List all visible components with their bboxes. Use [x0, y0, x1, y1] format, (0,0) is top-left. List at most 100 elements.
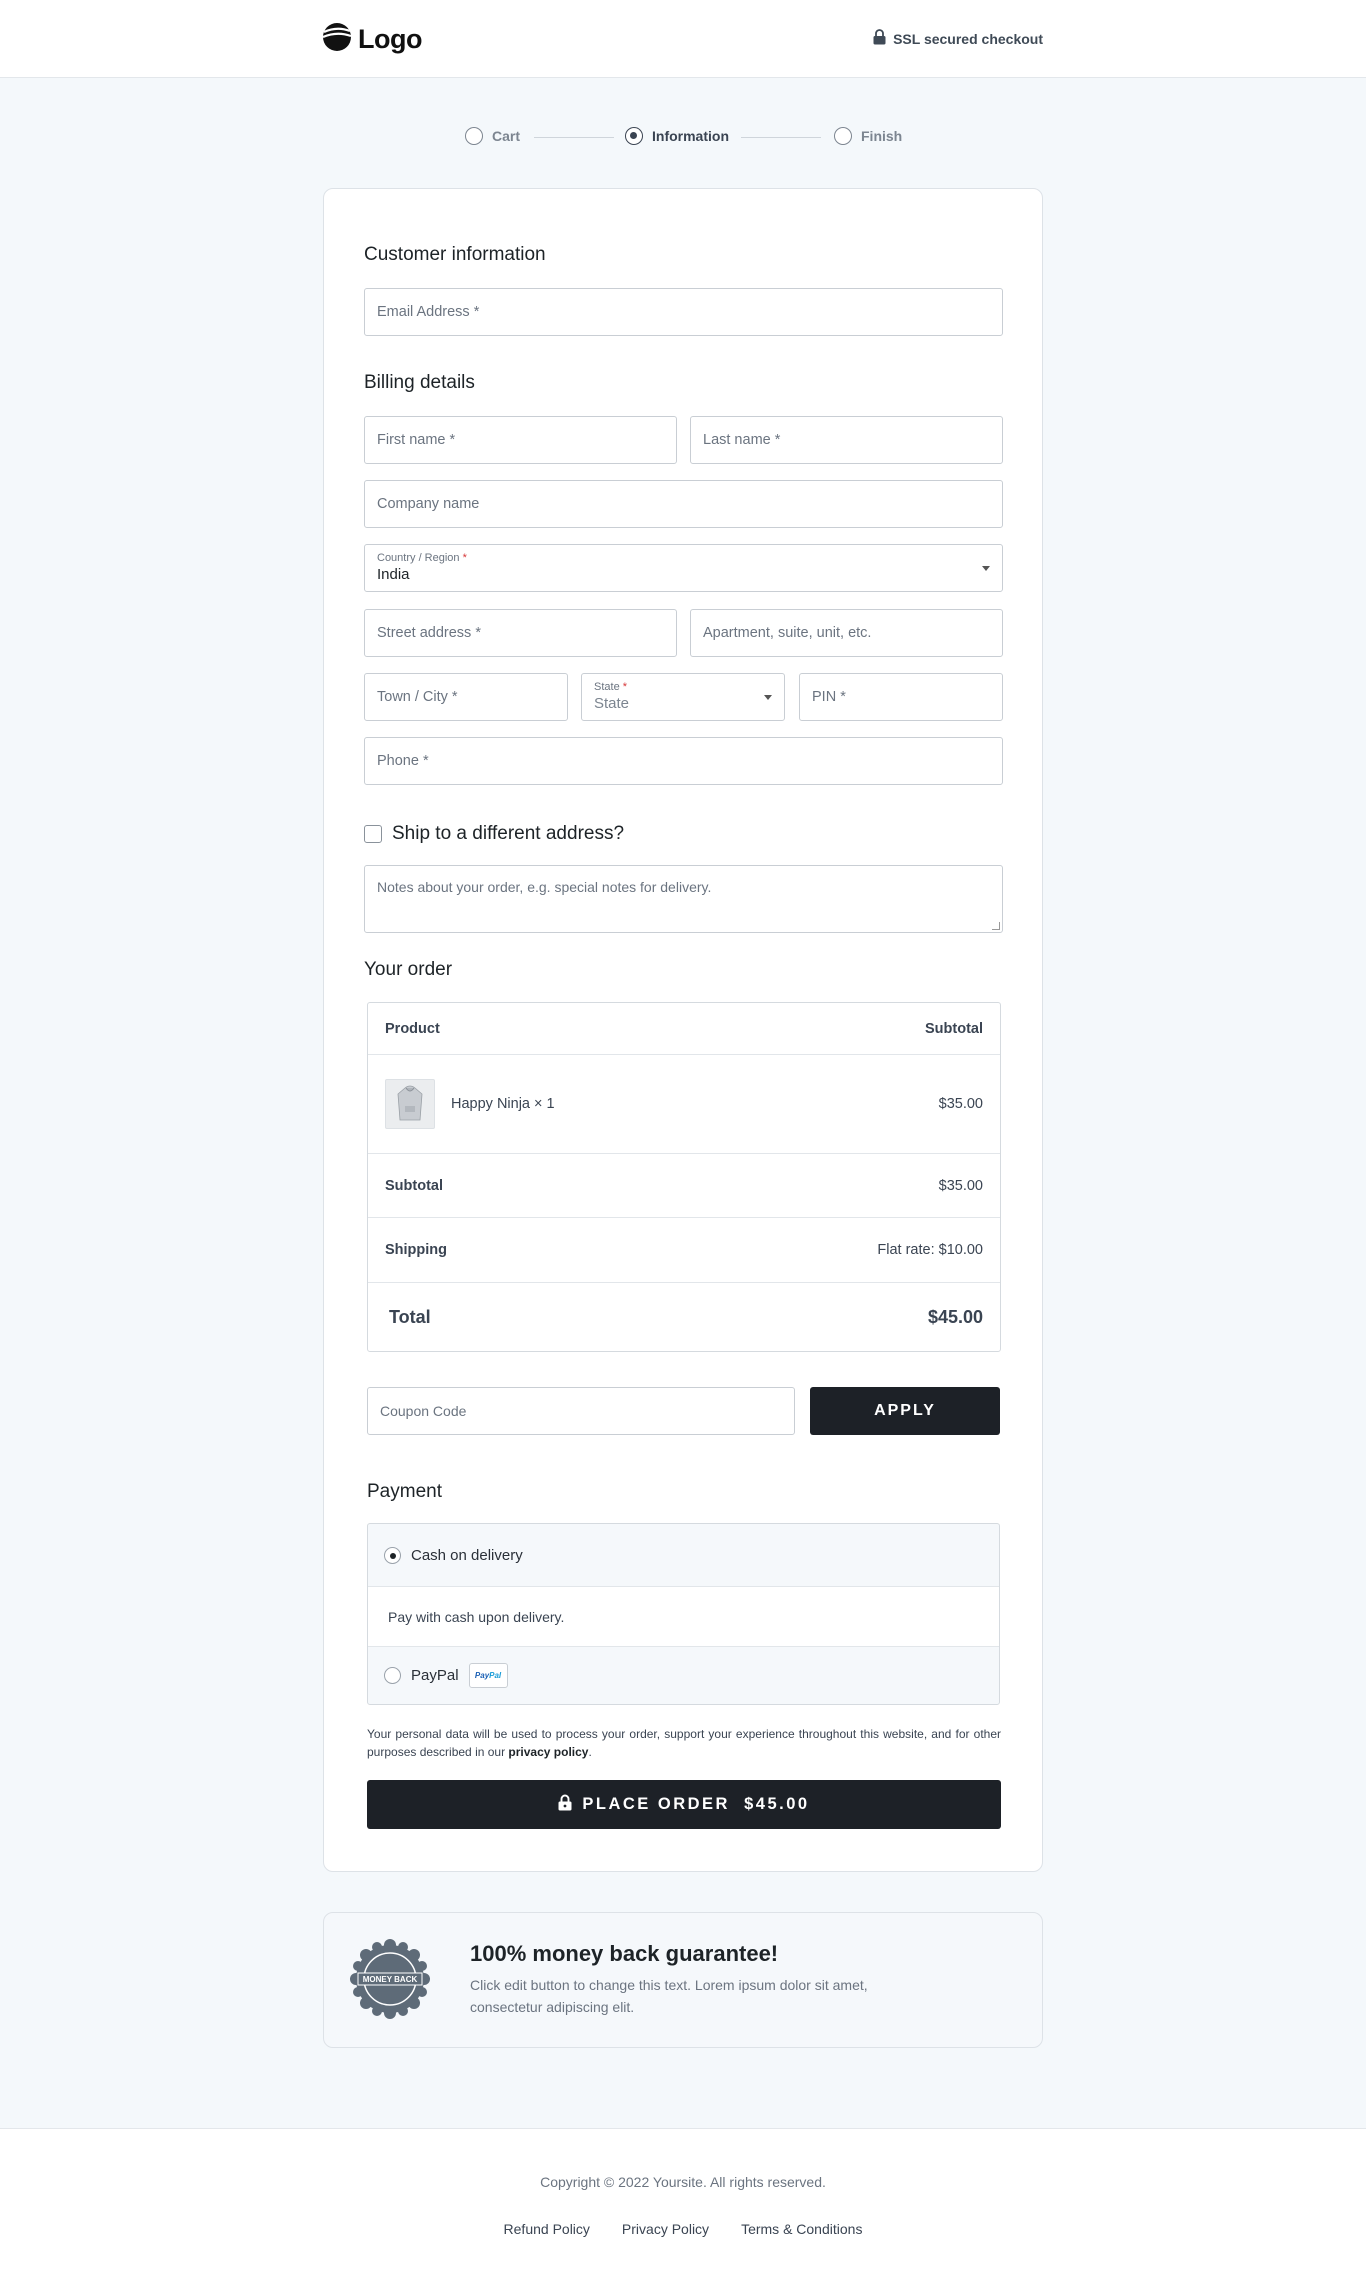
terms-conditions-link[interactable]: Terms & Conditions — [741, 2221, 862, 2237]
checkout-steps: Cart Information Finish — [465, 127, 905, 147]
place-order-button[interactable]: PLACE ORDER $45.00 — [367, 1780, 1001, 1829]
your-order-title: Your order — [364, 959, 453, 980]
city-field[interactable]: Town / City * — [364, 673, 568, 721]
coupon-input[interactable]: Coupon Code — [367, 1387, 795, 1435]
country-value: India — [377, 565, 410, 583]
shipping-label: Shipping — [385, 1242, 448, 1258]
state-select[interactable]: State * State — [581, 673, 785, 721]
order-table-header: Product Subtotal — [368, 1003, 1000, 1055]
paypal-radio[interactable] — [384, 1667, 401, 1684]
resize-handle-icon[interactable] — [992, 922, 1000, 930]
last-name-placeholder: Last name * — [703, 432, 781, 448]
hoodie-icon — [397, 1085, 423, 1121]
order-item: Happy Ninja × 1 — [385, 1079, 555, 1129]
cod-radio[interactable] — [384, 1546, 401, 1564]
street-placeholder: Street address * — [377, 625, 481, 641]
step-circle-icon — [834, 127, 852, 145]
payment-title: Payment — [367, 1481, 442, 1502]
order-notes-placeholder: Notes about your order, e.g. special not… — [377, 879, 712, 895]
company-placeholder: Company name — [377, 496, 480, 512]
pin-field[interactable]: PIN * — [799, 673, 1003, 721]
subtotal-value: $35.00 — [938, 1177, 983, 1194]
payment-cod-option[interactable]: Cash on delivery — [368, 1524, 999, 1586]
apartment-field[interactable]: Apartment, suite, unit, etc. — [690, 609, 1003, 657]
site-logo[interactable]: Logo — [322, 22, 422, 57]
seal-text: MONEY BACK — [363, 1975, 418, 1984]
last-name-field[interactable]: Last name * — [690, 416, 1003, 464]
step-label: Cart — [492, 128, 521, 144]
company-field[interactable]: Company name — [364, 480, 1003, 528]
total-value: $45.00 — [927, 1306, 983, 1327]
coupon-placeholder: Coupon Code — [380, 1403, 467, 1419]
shipping-row: Shipping Flat rate: $10.00 — [368, 1218, 1000, 1283]
place-order-label: PLACE ORDER $45.00 — [582, 1795, 810, 1813]
customer-info-title: Customer information — [364, 244, 546, 265]
email-field[interactable]: Email Address * — [364, 288, 1003, 336]
payment-methods: Cash on delivery Pay with cash upon deli… — [367, 1523, 1000, 1705]
order-notes-textarea[interactable]: Notes about your order, e.g. special not… — [364, 865, 1003, 933]
copyright-text: Copyright © 2022 Yoursite. All rights re… — [540, 2174, 826, 2190]
first-name-field[interactable]: First name * — [364, 416, 677, 464]
step-finish[interactable]: Finish — [834, 127, 902, 145]
logo-text: Logo — [358, 24, 422, 54]
payment-paypal-option[interactable]: PayPal Pay Pal — [368, 1647, 999, 1704]
product-name: Happy Ninja × 1 — [451, 1096, 555, 1112]
phone-placeholder: Phone * — [377, 753, 429, 769]
money-back-guarantee: MONEY BACK 100% money back guarantee! Cl… — [323, 1912, 1043, 2048]
privacy-policy-footer-link[interactable]: Privacy Policy — [622, 2221, 709, 2237]
money-back-seal-icon: MONEY BACK — [348, 1937, 432, 2026]
step-connector — [534, 137, 614, 138]
step-circle-icon — [625, 127, 643, 145]
apartment-placeholder: Apartment, suite, unit, etc. — [703, 625, 872, 641]
email-placeholder: Email Address * — [377, 304, 480, 320]
pin-placeholder: PIN * — [812, 689, 846, 705]
street-field[interactable]: Street address * — [364, 609, 677, 657]
site-footer: Copyright © 2022 Yoursite. All rights re… — [0, 2128, 1366, 2274]
step-label: Information — [652, 128, 729, 144]
state-label: State * — [594, 680, 628, 693]
site-header: Logo SSL secured checkout — [0, 0, 1366, 78]
country-label: Country / Region * — [377, 551, 467, 564]
logo-icon — [322, 22, 352, 57]
state-value: State — [594, 694, 630, 712]
privacy-policy-link[interactable]: privacy policy — [508, 1745, 588, 1759]
footer-links: Refund Policy Privacy Policy Terms & Con… — [0, 2221, 1366, 2237]
order-item-row: Happy Ninja × 1 $35.00 — [368, 1055, 1000, 1154]
ssl-text: SSL secured checkout — [893, 30, 1043, 47]
ssl-badge: SSL secured checkout — [873, 29, 1043, 48]
first-name-placeholder: First name * — [377, 432, 456, 448]
step-connector — [741, 137, 821, 138]
guarantee-title: 100% money back guarantee! — [470, 1941, 779, 1966]
cod-label: Cash on delivery — [411, 1546, 523, 1564]
order-table: Product Subtotal Happy Ninja × 1 $35.00 … — [367, 1002, 1001, 1352]
ship-different-label: Ship to a different address? — [392, 823, 625, 844]
country-select[interactable]: Country / Region * India — [364, 544, 1003, 592]
phone-field[interactable]: Phone * — [364, 737, 1003, 785]
guarantee-text: Click edit button to change this text. L… — [470, 1977, 868, 2015]
billing-title: Billing details — [364, 372, 475, 393]
product-thumbnail — [385, 1079, 435, 1129]
product-price: $35.00 — [938, 1096, 983, 1112]
lock-icon — [873, 29, 886, 48]
refund-policy-link[interactable]: Refund Policy — [504, 2221, 590, 2237]
caret-down-icon — [764, 695, 772, 700]
paypal-logo-icon: Pay Pal — [468, 1663, 508, 1688]
caret-down-icon — [982, 566, 990, 571]
shipping-value: Flat rate: $10.00 — [877, 1242, 983, 1258]
total-row: Total $45.00 — [368, 1283, 1000, 1351]
subtotal-label: Subtotal — [385, 1177, 443, 1194]
apply-coupon-button[interactable]: APPLY — [810, 1387, 1000, 1435]
ship-different-checkbox[interactable] — [364, 825, 382, 843]
city-placeholder: Town / City * — [377, 689, 458, 705]
privacy-notice: Your personal data will be used to proce… — [367, 1727, 1001, 1759]
checkout-card: Customer information Email Address * Bil… — [323, 188, 1043, 1872]
step-circle-icon — [465, 127, 483, 145]
total-label: Total — [389, 1306, 431, 1327]
paypal-label: PayPal — [411, 1667, 459, 1684]
step-cart[interactable]: Cart — [465, 127, 520, 145]
ship-different-toggle[interactable]: Ship to a different address? — [364, 823, 624, 845]
step-label: Finish — [861, 128, 903, 144]
product-header: Product — [385, 1020, 440, 1037]
step-information[interactable]: Information — [625, 127, 729, 145]
subtotal-header: Subtotal — [925, 1020, 983, 1037]
